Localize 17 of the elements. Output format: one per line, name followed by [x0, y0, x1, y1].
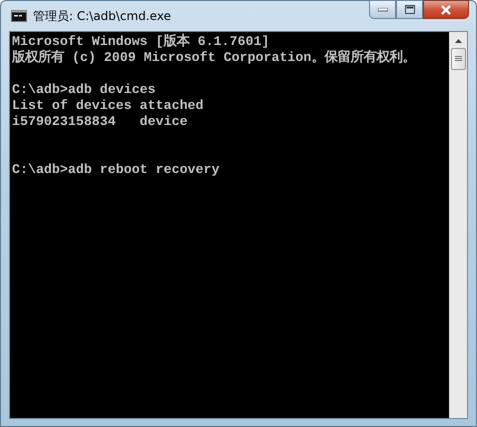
- console-line: Microsoft Windows [版本 6.1.7601]: [12, 34, 270, 50]
- close-icon: [440, 4, 452, 14]
- console-line: i579023158834 device: [12, 114, 189, 130]
- minimize-icon: [378, 8, 388, 12]
- console-line: List of devices attached: [12, 98, 205, 114]
- scroll-thumb[interactable]: [451, 48, 466, 70]
- console-line: 版权所有 (c) 2009 Microsoft Corporation。保留所有权利。: [12, 50, 416, 66]
- console-line: C:\adb>adb reboot recovery: [12, 162, 220, 178]
- maximize-icon: [404, 5, 414, 14]
- window-title: 管理员: C:\adb\cmd.exe: [33, 8, 171, 24]
- console-line: C:\adb>adb devices: [12, 82, 157, 98]
- close-button[interactable]: [423, 0, 469, 19]
- scrollbar[interactable]: [449, 32, 467, 418]
- scroll-up-icon[interactable]: [455, 39, 462, 43]
- minimize-button[interactable]: [369, 0, 396, 19]
- maximize-button[interactable]: [396, 0, 423, 19]
- console-icon: [11, 10, 27, 22]
